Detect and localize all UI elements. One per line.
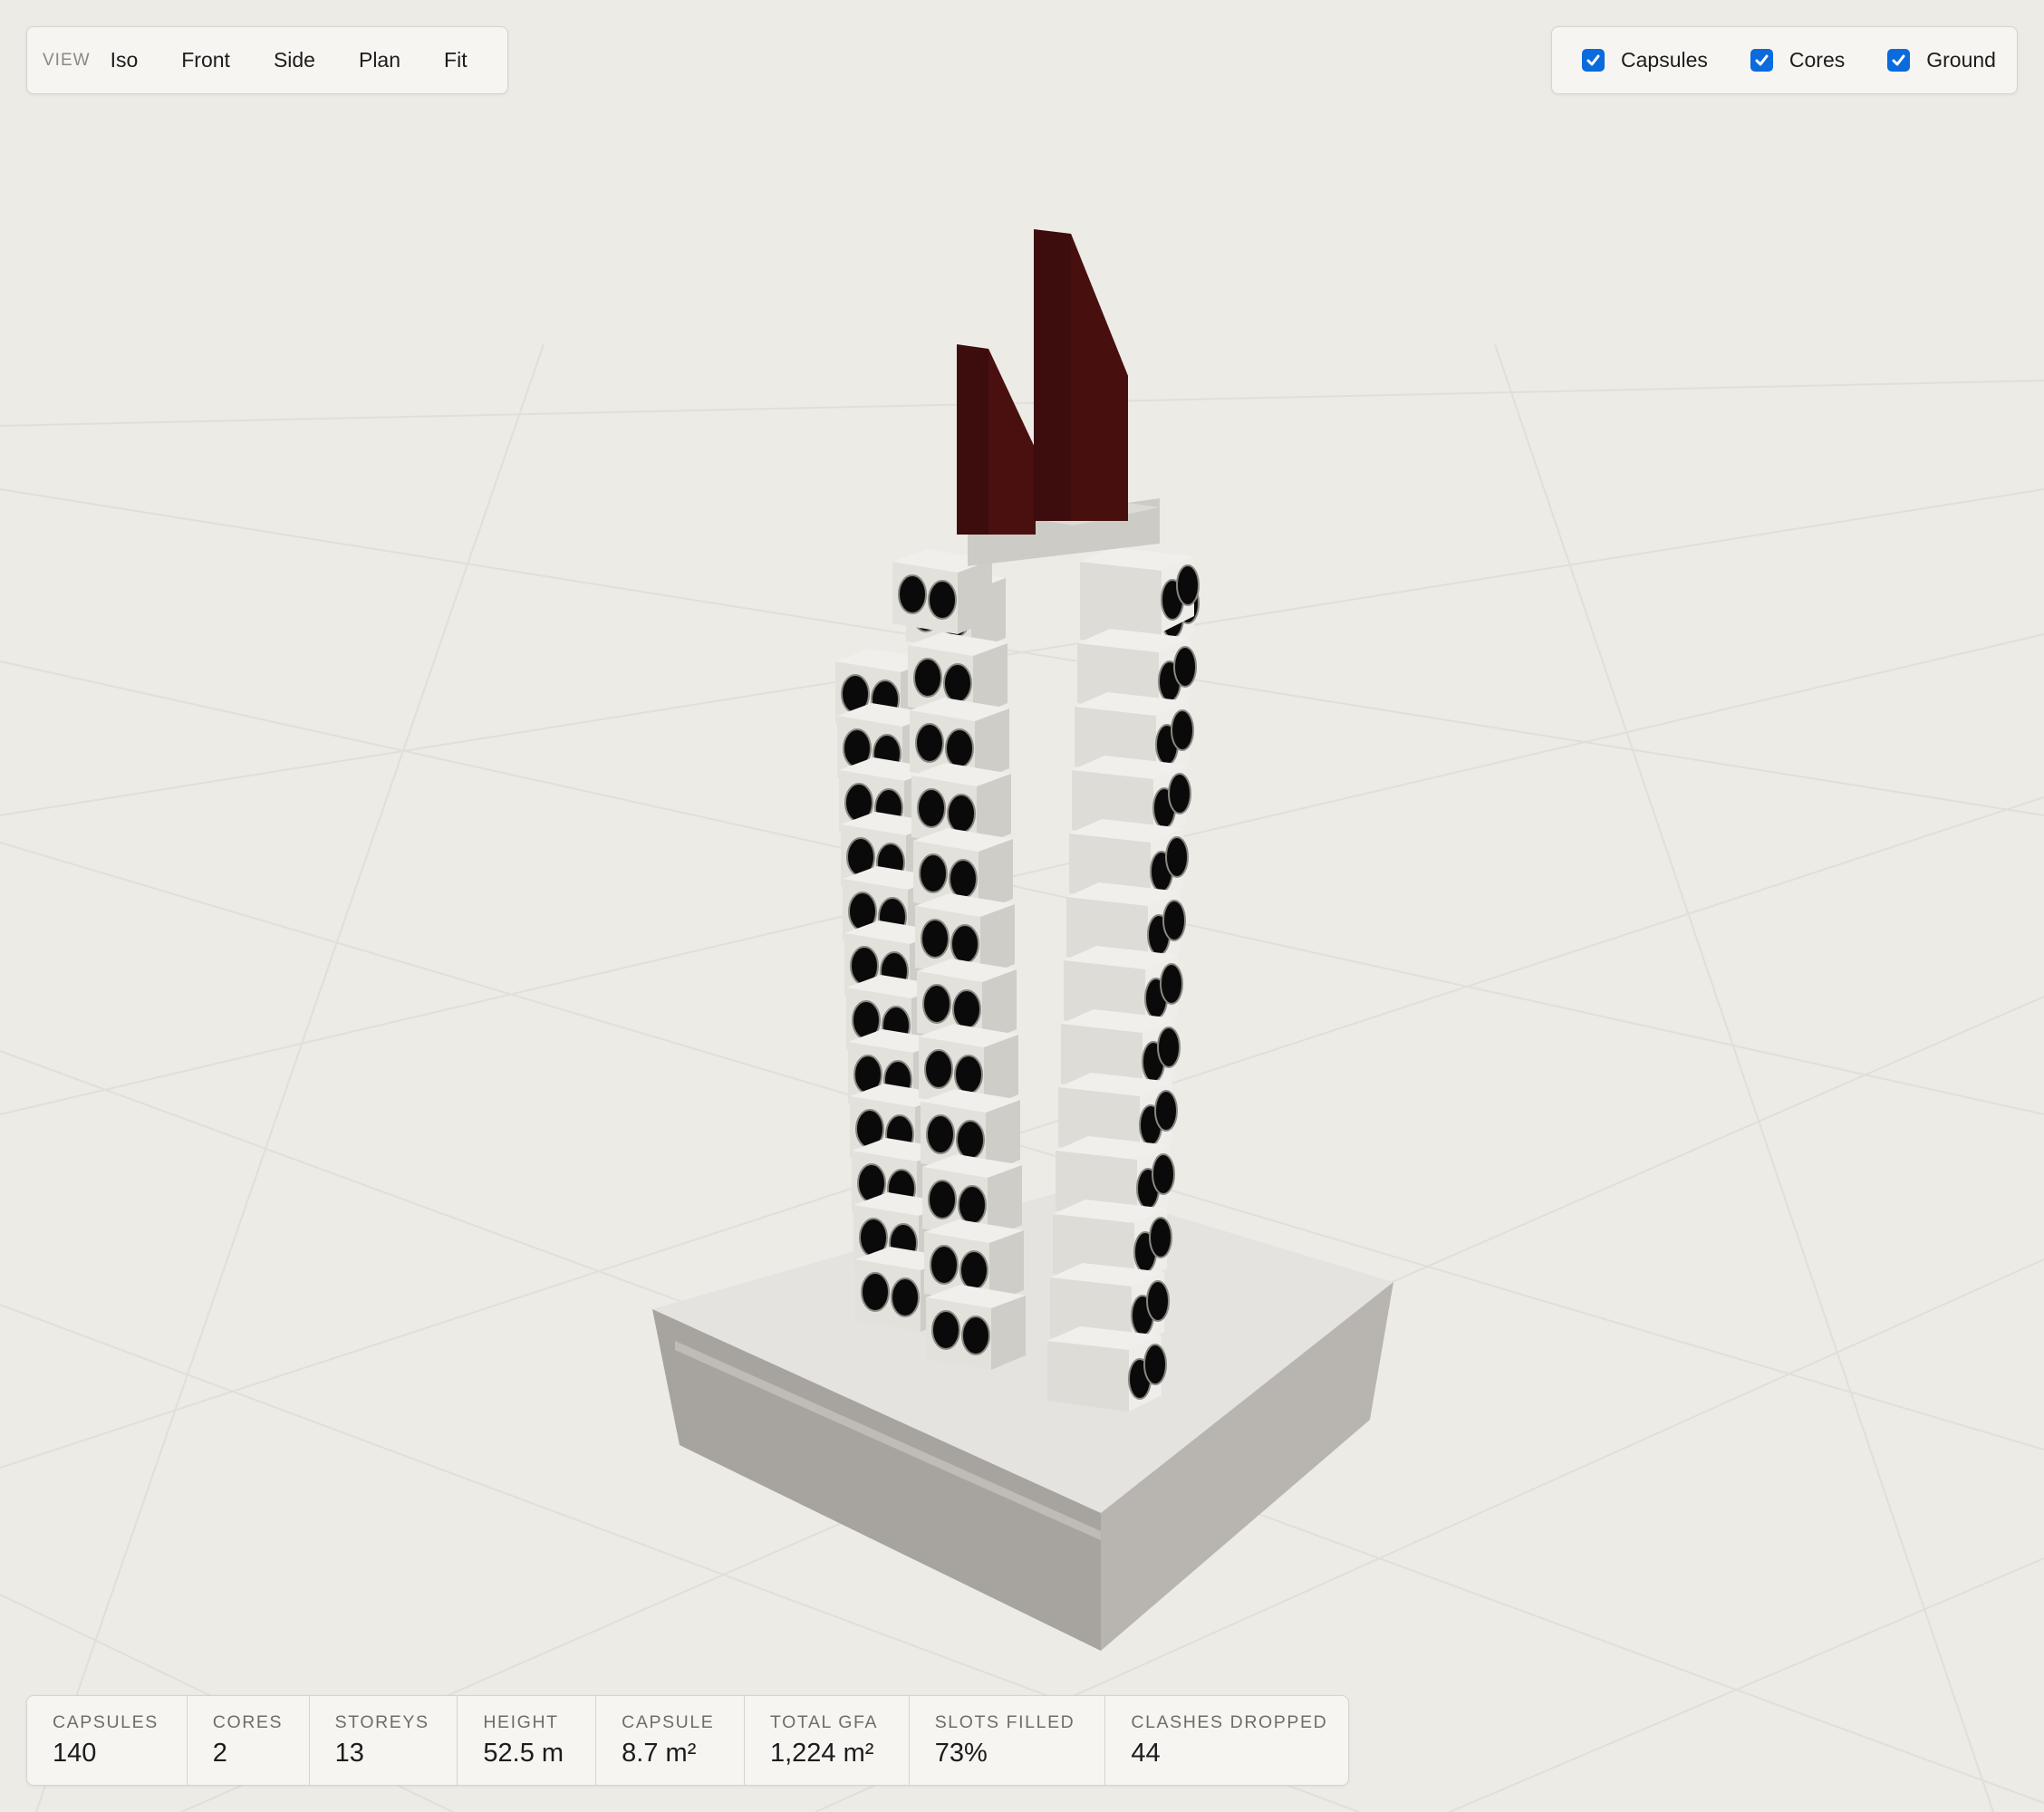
capsule xyxy=(926,1285,1026,1370)
view-iso-button[interactable]: Iso xyxy=(111,39,139,82)
view-plan-button[interactable]: Plan xyxy=(359,39,400,82)
stat-value: 44 xyxy=(1131,1739,1161,1768)
stat-total-gfa: TOTAL GFA 1,224 m² xyxy=(745,1696,910,1785)
stat-label: SLOTS FILLED xyxy=(934,1712,1075,1732)
view-fit-button[interactable]: Fit xyxy=(444,39,468,82)
checkbox-checked-icon[interactable] xyxy=(1887,49,1911,72)
stat-label: CLASHES DROPPED xyxy=(1131,1712,1328,1732)
ground-toggle[interactable]: Ground xyxy=(1887,48,1996,72)
stat-value: 73% xyxy=(934,1739,988,1768)
stat-height: HEIGHT 52.5 m xyxy=(458,1696,597,1785)
model-viewport[interactable] xyxy=(0,0,2044,1812)
view-front-button[interactable]: Front xyxy=(181,39,230,82)
stat-label: HEIGHT xyxy=(483,1712,559,1732)
stats-bar: CAPSULES 140 CORES 2 STOREYS 13 HEIGHT 5… xyxy=(26,1695,1349,1786)
checkbox-checked-icon[interactable] xyxy=(1582,49,1605,72)
stat-label: CORES xyxy=(212,1712,284,1732)
stat-label: CAPSULE xyxy=(622,1712,715,1732)
view-toolbar: VIEW Iso Front Side Plan Fit xyxy=(26,26,508,94)
stat-value: 140 xyxy=(53,1739,97,1768)
stat-capsules: CAPSULES 140 xyxy=(27,1696,188,1785)
core-crowns xyxy=(957,229,1160,566)
stat-value: 2 xyxy=(212,1739,227,1768)
stat-slots-filled: SLOTS FILLED 73% xyxy=(910,1696,1106,1785)
stat-value: 13 xyxy=(334,1739,364,1768)
stat-label: CAPSULES xyxy=(53,1712,159,1732)
stat-value: 1,224 m² xyxy=(769,1739,874,1768)
capsule xyxy=(1080,547,1200,632)
stat-storeys: STOREYS 13 xyxy=(310,1696,458,1785)
layer-toggles: Capsules Cores Ground xyxy=(1551,26,2018,94)
cores-toggle[interactable]: Cores xyxy=(1750,48,1845,72)
ground-toggle-label: Ground xyxy=(1926,48,1996,72)
capsule xyxy=(1047,1326,1167,1412)
stat-cores: CORES 2 xyxy=(188,1696,310,1785)
cores-toggle-label: Cores xyxy=(1788,48,1846,72)
capsules-toggle[interactable]: Capsules xyxy=(1582,48,1708,72)
stat-label: TOTAL GFA xyxy=(769,1712,879,1732)
view-side-button[interactable]: Side xyxy=(274,39,315,82)
stat-capsule-area: CAPSULE 8.7 m² xyxy=(596,1696,745,1785)
capsule-tower xyxy=(835,547,1200,1412)
view-label: VIEW xyxy=(43,50,91,70)
stat-clashes-dropped: CLASHES DROPPED 44 xyxy=(1105,1696,1348,1785)
checkbox-checked-icon[interactable] xyxy=(1750,49,1773,72)
capsules-toggle-label: Capsules xyxy=(1621,48,1708,72)
stat-value: 52.5 m xyxy=(483,1739,564,1768)
stat-label: STOREYS xyxy=(334,1712,429,1732)
stat-value: 8.7 m² xyxy=(622,1739,697,1768)
